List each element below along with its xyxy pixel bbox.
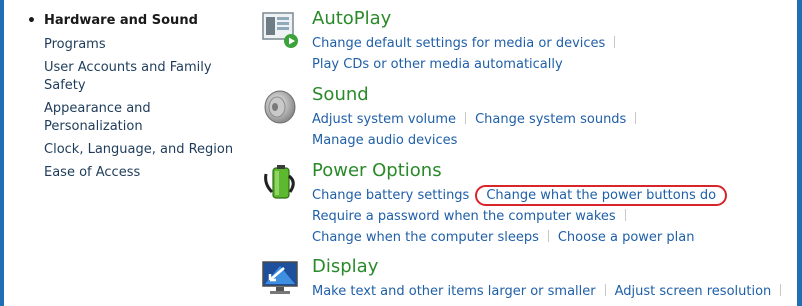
link-change-system-sounds[interactable]: Change system sounds (475, 112, 626, 127)
display-title[interactable]: Display (312, 256, 378, 277)
monitor-icon (262, 261, 298, 294)
link-change-when-computer-sleeps[interactable]: Change when the computer sleeps (312, 230, 539, 245)
link-play-cds-automatically[interactable]: Play CDs or other media automatically (312, 57, 563, 72)
link-separator (547, 230, 549, 242)
link-separator (780, 284, 782, 296)
link-separator (614, 36, 616, 48)
link-separator (624, 209, 626, 221)
link-choose-power-plan[interactable]: Choose a power plan (558, 230, 695, 245)
window-frame-left (0, 0, 4, 306)
window-frame-right (797, 0, 802, 306)
nav-current-label: Hardware and Sound (44, 13, 198, 28)
autoplay-title[interactable]: AutoPlay (312, 8, 391, 29)
nav-item-programs[interactable]: Programs (24, 36, 234, 54)
link-separator (465, 112, 467, 124)
link-separator (635, 112, 637, 124)
nav-item-user-accounts[interactable]: User Accounts and Family Safety (24, 59, 234, 95)
autoplay-links: Change default settings for media or dev… (312, 36, 782, 78)
link-change-battery-settings[interactable]: Change battery settings (312, 188, 469, 203)
link-separator (604, 284, 606, 296)
sound-title[interactable]: Sound (312, 84, 369, 105)
autoplay-icon (262, 12, 298, 48)
nav-item-clock-language-region[interactable]: Clock, Language, and Region (24, 141, 234, 159)
bullet-icon: • (27, 13, 36, 29)
link-adjust-system-volume[interactable]: Adjust system volume (312, 112, 456, 127)
nav-item-appearance[interactable]: Appearance and Personalization (24, 100, 234, 136)
speaker-icon (264, 90, 296, 124)
link-require-password-on-wake[interactable]: Require a password when the computer wak… (312, 209, 616, 224)
link-adjust-screen-resolution[interactable]: Adjust screen resolution (615, 284, 772, 299)
link-make-text-larger[interactable]: Make text and other items larger or smal… (312, 284, 596, 299)
battery-icon (264, 165, 295, 199)
link-change-default-media-settings[interactable]: Change default settings for media or dev… (312, 36, 605, 51)
power-options-title[interactable]: Power Options (312, 160, 442, 181)
link-manage-audio-devices[interactable]: Manage audio devices (312, 133, 457, 148)
display-links: Make text and other items larger or smal… (312, 284, 782, 305)
left-nav: • Hardware and Sound Programs User Accou… (24, 12, 234, 187)
nav-item-ease-of-access[interactable]: Ease of Access (24, 164, 234, 182)
sound-links: Adjust system volume Change system sounds… (312, 112, 782, 154)
power-options-links: Change battery settings Change what the p… (312, 185, 782, 251)
link-change-power-buttons[interactable]: Change what the power buttons do (475, 185, 728, 206)
nav-current-hardware-and-sound: • Hardware and Sound (24, 12, 234, 30)
